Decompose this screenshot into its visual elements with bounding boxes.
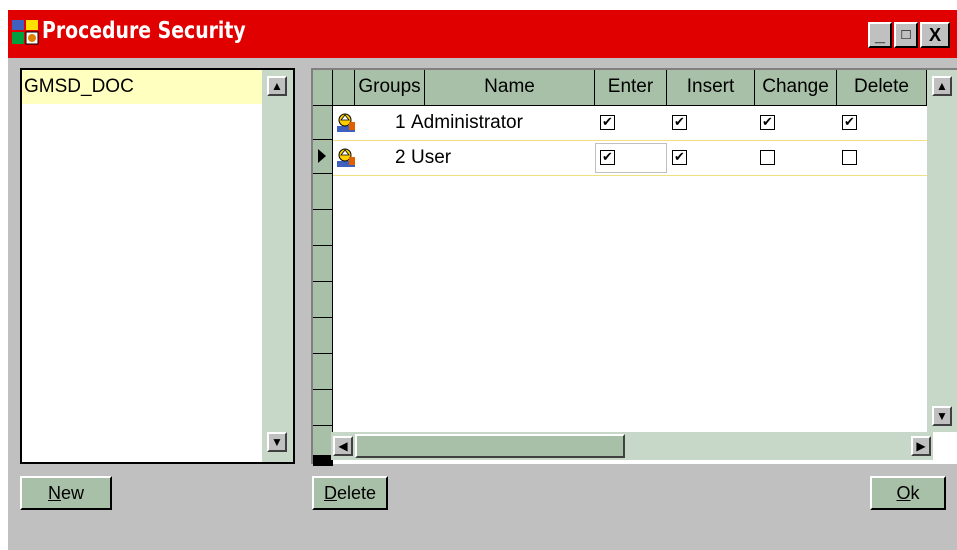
column-header-enter[interactable]: Enter: [595, 70, 667, 106]
scroll-down-arrow-icon[interactable]: ▼: [932, 406, 952, 426]
column-header-groups[interactable]: Groups: [355, 70, 425, 106]
new-button-mnemonic: N: [47, 483, 61, 503]
delete-checkbox[interactable]: [842, 150, 857, 165]
row-header[interactable]: [313, 282, 333, 318]
enter-checkbox[interactable]: [600, 150, 615, 165]
scroll-up-arrow-icon[interactable]: ▲: [267, 76, 287, 96]
group-name: Administrator: [411, 112, 523, 133]
group-name: User: [411, 147, 452, 168]
current-row-pointer-icon: [318, 149, 326, 163]
table-row[interactable]: 1 Administrator: [333, 106, 927, 141]
scroll-thumb[interactable]: [355, 434, 625, 458]
window-title: Procedure Security: [42, 18, 246, 44]
delete-button[interactable]: Delete: [312, 476, 388, 510]
scroll-left-arrow-icon[interactable]: ◀: [333, 436, 353, 456]
grid-vertical-scrollbar[interactable]: ▲ ▼: [927, 70, 957, 464]
delete-button-mnemonic: D: [323, 483, 337, 503]
insert-checkbox[interactable]: [672, 150, 687, 165]
row-header[interactable]: [313, 318, 333, 354]
enter-checkbox[interactable]: [600, 115, 615, 130]
change-checkbox[interactable]: [760, 115, 775, 130]
list-item[interactable]: GMSD_DOC: [22, 70, 262, 104]
row-header[interactable]: [313, 210, 333, 246]
grid-corner: [313, 456, 333, 466]
row-header[interactable]: [313, 70, 333, 106]
grid-horizontal-scrollbar[interactable]: ◀ ▶: [331, 432, 933, 460]
insert-checkbox[interactable]: [672, 115, 687, 130]
delete-button-label: elete: [336, 483, 377, 503]
column-header-insert[interactable]: Insert: [667, 70, 755, 106]
column-header-name[interactable]: Name: [425, 70, 595, 106]
maximize-button[interactable]: □: [894, 22, 918, 48]
column-header-icon: [333, 70, 355, 106]
minimize-button[interactable]: _: [868, 22, 892, 48]
user-group-icon: [337, 148, 355, 167]
group-id: 1: [395, 112, 406, 133]
change-checkbox[interactable]: [760, 150, 775, 165]
scroll-down-arrow-icon[interactable]: ▼: [267, 432, 287, 452]
row-header[interactable]: [313, 246, 333, 282]
group-permissions-grid: Groups Name Enter Insert Change Delete 1…: [311, 68, 957, 466]
ok-button-label: k: [910, 483, 920, 503]
new-button-label: ew: [60, 483, 84, 503]
new-button[interactable]: New: [20, 476, 112, 510]
close-button[interactable]: X: [920, 22, 950, 48]
scroll-right-arrow-icon[interactable]: ▶: [911, 436, 931, 456]
column-header-delete[interactable]: Delete: [837, 70, 927, 106]
row-header[interactable]: [313, 174, 333, 210]
column-header-change[interactable]: Change: [755, 70, 837, 106]
procedure-security-window: Procedure Security _ □ X GMSD_DOC ▲ ▼ Gr…: [8, 10, 957, 550]
group-id: 2: [395, 147, 406, 168]
title-bar[interactable]: Procedure Security _ □ X: [8, 10, 957, 58]
scroll-up-arrow-icon[interactable]: ▲: [932, 76, 952, 96]
row-header[interactable]: [313, 390, 333, 426]
row-header[interactable]: [313, 354, 333, 390]
row-header[interactable]: [313, 140, 333, 174]
row-header[interactable]: [313, 106, 333, 140]
user-group-icon: [337, 113, 355, 132]
ok-button[interactable]: Ok: [870, 476, 946, 510]
row-header[interactable]: [313, 426, 333, 456]
app-icon: [12, 20, 39, 45]
row-header-column: [313, 70, 333, 466]
delete-checkbox[interactable]: [842, 115, 857, 130]
list-vertical-scrollbar[interactable]: ▲ ▼: [262, 70, 293, 462]
table-row[interactable]: 2 User: [333, 141, 927, 176]
ok-button-mnemonic: O: [896, 483, 911, 503]
procedure-list[interactable]: GMSD_DOC ▲ ▼: [20, 68, 295, 464]
